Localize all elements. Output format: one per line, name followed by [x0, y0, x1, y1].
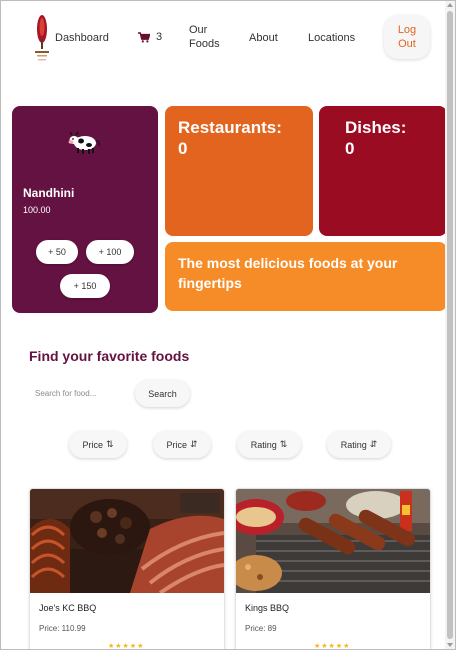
- scroll-up-arrow-icon[interactable]: [447, 3, 453, 7]
- add-50-button[interactable]: + 50: [36, 240, 78, 264]
- logout-button[interactable]: Log Out: [384, 15, 430, 59]
- shopping-cart-icon: [138, 31, 150, 42]
- rating-stars-icon: ★★★★★: [314, 643, 351, 650]
- cart-button[interactable]: 3: [138, 31, 162, 43]
- sort-rating-asc-label: Rating: [250, 439, 277, 450]
- dishes-stat-card: Dishes: 0: [319, 106, 447, 236]
- scroll-down-arrow-icon[interactable]: [447, 643, 453, 647]
- sort-rating-desc-label: Rating: [340, 439, 367, 450]
- dishes-label: Dishes:: [345, 118, 407, 137]
- search-button[interactable]: Search: [135, 380, 190, 407]
- sort-down-up-icon: ⇵: [369, 439, 378, 449]
- food-card-kings-bbq[interactable]: Kings BBQ Price: 89 ★★★★★: [235, 488, 431, 650]
- add-150-button[interactable]: + 150: [60, 274, 110, 298]
- user-balance: 100.00: [23, 205, 51, 215]
- top-nav: Dashboard 3 Our Foods About Locations Lo…: [1, 1, 445, 73]
- nav-our-foods-link[interactable]: Our Foods: [189, 23, 220, 51]
- add-100-button[interactable]: + 100: [86, 240, 134, 264]
- nav-about-link[interactable]: About: [249, 31, 278, 45]
- logout-line2: Out: [398, 38, 416, 50]
- nav-our-foods-line1: Our: [189, 24, 208, 36]
- sort-price-asc-button[interactable]: Price ⇅: [69, 431, 127, 458]
- sort-up-down-icon: ⇅: [105, 439, 114, 449]
- food-price: Price: 89: [245, 624, 277, 633]
- logout-line1: Log: [397, 24, 417, 36]
- tagline-card: The most delicious foods at your fingert…: [165, 242, 447, 311]
- cow-icon: [68, 131, 100, 154]
- restaurants-stat-card: Restaurants: 0: [165, 106, 313, 236]
- food-name: Kings BBQ: [245, 603, 290, 613]
- dishes-value: 0: [345, 139, 355, 158]
- find-foods-heading: Find your favorite foods: [29, 348, 190, 364]
- user-name: Nandhini: [23, 186, 75, 200]
- scrollbar-thumb[interactable]: [447, 11, 453, 639]
- restaurant-logo[interactable]: [31, 9, 53, 65]
- food-price: Price: 110.99: [39, 624, 86, 633]
- food-search-input[interactable]: [29, 381, 141, 405]
- rating-stars-icon: ★★★★★: [108, 643, 145, 650]
- sort-price-desc-label: Price: [166, 439, 187, 450]
- nav-dashboard-link[interactable]: Dashboard: [55, 31, 109, 45]
- sort-rating-asc-button[interactable]: Rating ⇅: [237, 431, 301, 458]
- restaurants-value: 0: [178, 139, 188, 158]
- app-window: Dashboard 3 Our Foods About Locations Lo…: [0, 0, 456, 650]
- cart-count: 3: [156, 31, 163, 43]
- bbq-brisket-image: [30, 489, 224, 593]
- bbq-skewers-image: [236, 489, 430, 593]
- restaurants-label: Restaurants:: [178, 118, 282, 137]
- nav-locations-link[interactable]: Locations: [308, 31, 355, 45]
- sort-up-down-icon: ⇅: [279, 439, 288, 449]
- user-balance-card: Nandhini 100.00 + 50 + 100 + 150: [12, 106, 158, 313]
- food-name: Joe's KC BBQ: [39, 603, 97, 613]
- tagline-text: The most delicious foods at your fingert…: [178, 255, 398, 291]
- food-card-joes-kc-bbq[interactable]: Joe's KC BBQ Price: 110.99 ★★★★★: [29, 488, 225, 650]
- sort-price-desc-button[interactable]: Price ⇵: [153, 431, 211, 458]
- sort-rating-desc-button[interactable]: Rating ⇵: [327, 431, 391, 458]
- sort-price-asc-label: Price: [82, 439, 103, 450]
- sort-down-up-icon: ⇵: [189, 439, 198, 449]
- nav-our-foods-line2: Foods: [189, 38, 220, 50]
- vertical-scrollbar[interactable]: [445, 1, 455, 649]
